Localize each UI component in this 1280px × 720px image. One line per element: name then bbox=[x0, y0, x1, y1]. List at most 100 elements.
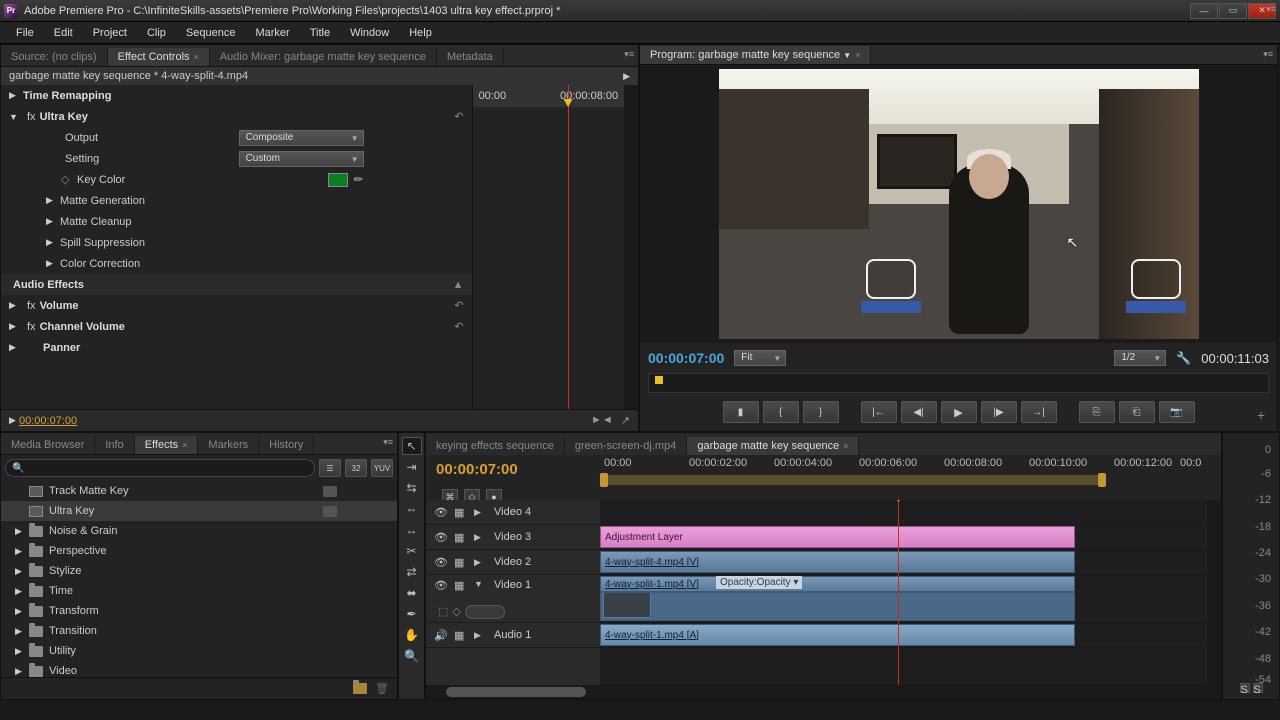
clip-video-2[interactable]: 4-way-split-4.mp4 [V] bbox=[600, 551, 1075, 573]
panel-menu-icon[interactable]: ▾≡ bbox=[624, 49, 634, 60]
tab-effects[interactable]: Effects× bbox=[135, 436, 199, 454]
work-area-bar[interactable] bbox=[604, 475, 1102, 485]
go-to-in-button[interactable]: |← bbox=[861, 401, 897, 423]
twirl-icon[interactable]: ▶ bbox=[9, 342, 19, 353]
twirl-icon[interactable]: ▶ bbox=[46, 258, 56, 269]
mark-out-button[interactable]: } bbox=[803, 401, 839, 423]
track-select-tool[interactable]: ⇥ bbox=[402, 458, 422, 476]
maximize-button[interactable]: ▭ bbox=[1219, 3, 1247, 19]
export-icon[interactable]: ↗ bbox=[621, 414, 630, 427]
effect-folder[interactable]: ▶Noise & Grain bbox=[1, 521, 397, 541]
track-header-v3[interactable]: 👁▦▶Video 3 bbox=[426, 525, 600, 550]
prop-volume[interactable]: Volume bbox=[36, 300, 79, 312]
new-bin-icon[interactable] bbox=[353, 683, 367, 694]
ec-timeline[interactable]: 00:0000:00:08:00 bbox=[472, 85, 625, 409]
menu-marker[interactable]: Marker bbox=[245, 25, 299, 41]
selection-tool[interactable]: ↖ bbox=[402, 437, 422, 455]
delete-icon[interactable]: 🗑 bbox=[375, 682, 389, 695]
close-icon[interactable]: × bbox=[855, 50, 860, 60]
collapse-icon[interactable]: ▲ bbox=[453, 279, 464, 291]
prop-time-remapping[interactable]: Time Remapping bbox=[19, 90, 111, 102]
program-video-viewport[interactable]: ↖ bbox=[640, 65, 1277, 343]
close-icon[interactable]: × bbox=[194, 52, 199, 62]
effect-folder[interactable]: ▶Stylize bbox=[1, 561, 397, 581]
slide-tool[interactable]: ⬌ bbox=[402, 584, 422, 602]
reset-icon[interactable]: ↶ bbox=[454, 299, 463, 312]
speaker-icon[interactable]: 🔊 bbox=[434, 629, 448, 642]
tab-info[interactable]: Info bbox=[95, 436, 134, 454]
prop-matte-cleanup[interactable]: Matte Cleanup bbox=[56, 216, 132, 228]
twirl-icon[interactable]: ▶ bbox=[9, 300, 19, 311]
prop-ultra-key[interactable]: Ultra Key bbox=[36, 111, 88, 123]
fx-32bit-button[interactable]: 32 bbox=[345, 459, 367, 477]
effects-search-input[interactable]: 🔍 bbox=[5, 459, 315, 477]
output-dropdown[interactable]: Composite bbox=[239, 130, 364, 146]
program-current-timecode[interactable]: 00:00:07:00 bbox=[648, 350, 724, 366]
tab-markers[interactable]: Markers bbox=[198, 436, 259, 454]
minimize-button[interactable]: ― bbox=[1190, 3, 1218, 19]
panel-menu-icon[interactable]: ▾≡ bbox=[1263, 49, 1273, 60]
effect-folder[interactable]: ▶Transition bbox=[1, 621, 397, 641]
menu-sequence[interactable]: Sequence bbox=[176, 25, 246, 41]
slip-tool[interactable]: ⇄ bbox=[402, 563, 422, 581]
eye-icon[interactable]: 👁 bbox=[434, 556, 448, 569]
timeline-tab[interactable]: keying effects sequence bbox=[426, 437, 565, 455]
key-color-swatch[interactable] bbox=[328, 173, 348, 187]
twirl-icon[interactable]: ▶ bbox=[46, 216, 56, 227]
program-scrubber[interactable] bbox=[648, 373, 1269, 393]
twirl-icon[interactable]: ▶ bbox=[46, 237, 56, 248]
twirl-icon[interactable]: ▶ bbox=[9, 90, 19, 101]
twirl-icon[interactable]: ▼ bbox=[9, 112, 19, 122]
pen-tool[interactable]: ✒ bbox=[402, 605, 422, 623]
menu-edit[interactable]: Edit bbox=[44, 25, 83, 41]
ripple-edit-tool[interactable]: ⇆ bbox=[402, 479, 422, 497]
clip-opacity-label[interactable]: Opacity:Opacity ▾ bbox=[716, 576, 802, 589]
tab-history[interactable]: History bbox=[259, 436, 314, 454]
mark-in-button[interactable]: ▮ bbox=[723, 401, 759, 423]
timeline-ruler[interactable]: 00:00 00:00:02:00 00:00:04:00 00:00:06:0… bbox=[600, 455, 1221, 473]
tab-program[interactable]: Program: garbage matte key sequence ▼× bbox=[640, 46, 871, 64]
effect-item[interactable]: Track Matte Key bbox=[1, 481, 397, 501]
add-marker-button[interactable]: { bbox=[763, 401, 799, 423]
scrollbar-vertical[interactable] bbox=[624, 85, 638, 409]
prop-spill-suppression[interactable]: Spill Suppression bbox=[56, 237, 145, 249]
prop-channel-volume[interactable]: Channel Volume bbox=[36, 321, 125, 333]
fx-yuv-button[interactable]: YUV bbox=[371, 459, 393, 477]
resolution-dropdown[interactable]: 1/2 bbox=[1114, 350, 1166, 366]
effect-folder[interactable]: ▶Time bbox=[1, 581, 397, 601]
rolling-edit-tool[interactable]: ⇔ bbox=[402, 500, 422, 518]
panel-menu-icon[interactable]: ▾≡ bbox=[383, 437, 393, 448]
lift-button[interactable]: ⎘ bbox=[1079, 401, 1115, 423]
tab-metadata[interactable]: Metadata bbox=[437, 48, 504, 66]
twirl-icon[interactable]: ▶ bbox=[9, 321, 19, 332]
step-back-button[interactable]: ◀| bbox=[901, 401, 937, 423]
prop-color-correction[interactable]: Color Correction bbox=[56, 258, 140, 270]
effect-item[interactable]: Ultra Key bbox=[1, 501, 397, 521]
playhead[interactable] bbox=[568, 85, 569, 409]
track-header-v1[interactable]: 👁▦▼Video 1⬚◇ bbox=[426, 575, 600, 623]
tab-media-browser[interactable]: Media Browser bbox=[1, 436, 95, 454]
clip-video-1[interactable]: 4-way-split-1.mp4 [V] bbox=[600, 576, 1075, 592]
track-header-v4[interactable]: 👁▦▶Video 4 bbox=[426, 500, 600, 525]
eyedropper-icon[interactable]: ✎ bbox=[351, 172, 367, 188]
timeline-tab[interactable]: green-screen-dj.mp4 bbox=[565, 437, 688, 455]
effect-folder[interactable]: ▶Utility bbox=[1, 641, 397, 661]
export-frame-button[interactable]: 📷 bbox=[1159, 401, 1195, 423]
timeline-clips-area[interactable]: Adjustment Layer 4-way-split-4.mp4 [V] 4… bbox=[600, 500, 1207, 685]
zoom-icon[interactable]: ►◄ bbox=[591, 414, 613, 427]
menu-clip[interactable]: Clip bbox=[137, 25, 176, 41]
eye-icon[interactable]: 👁 bbox=[434, 506, 448, 519]
setting-dropdown[interactable]: Custom bbox=[239, 151, 364, 167]
timeline-zoom-scrollbar[interactable] bbox=[426, 685, 1221, 699]
rate-stretch-tool[interactable]: ↔ bbox=[402, 521, 422, 539]
settings-icon[interactable]: 🔧 bbox=[1176, 351, 1191, 365]
reset-icon[interactable]: ↶ bbox=[454, 320, 463, 333]
effect-folder[interactable]: ▶Perspective bbox=[1, 541, 397, 561]
prop-panner[interactable]: Panner bbox=[39, 342, 80, 354]
menu-file[interactable]: File bbox=[6, 25, 44, 41]
close-icon[interactable]: × bbox=[182, 440, 187, 450]
timeline-timecode[interactable]: 00:00:07:00 bbox=[436, 461, 590, 478]
effect-folder[interactable]: ▶Transform bbox=[1, 601, 397, 621]
clip-adjustment-layer[interactable]: Adjustment Layer bbox=[600, 526, 1075, 548]
menu-title[interactable]: Title bbox=[300, 25, 340, 41]
